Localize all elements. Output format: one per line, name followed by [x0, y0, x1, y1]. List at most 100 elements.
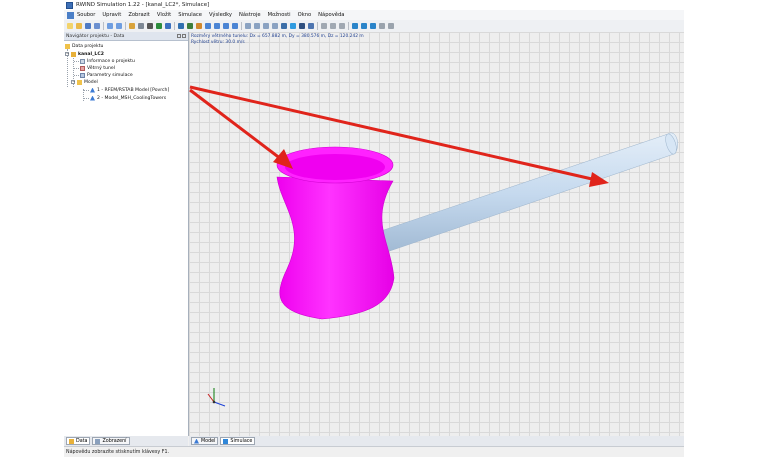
axis-triad: [207, 388, 226, 407]
toggle-pane-icon[interactable]: [361, 23, 367, 29]
tree-line: [74, 68, 79, 69]
project-navigator: Navigátor projektu - Data Data projektu …: [64, 32, 189, 436]
toggle-grid-icon[interactable]: [370, 23, 376, 29]
results-icon[interactable]: [196, 23, 202, 29]
navigator-tabs: Data Zobrazení: [64, 436, 188, 446]
title-bar: RWIND Simulation 1.22 - [kanal_LC2*, Sim…: [64, 0, 684, 10]
tab-model[interactable]: Model: [191, 437, 219, 445]
tree-root-label: Data projektu: [72, 43, 104, 49]
menu-moznosti[interactable]: Možnosti: [268, 12, 291, 18]
model-folder-label: Model: [84, 79, 98, 85]
zoom-all-icon[interactable]: [263, 23, 269, 29]
folder-icon: [65, 43, 70, 49]
view-iso-icon[interactable]: [205, 23, 211, 29]
model-icon: [90, 95, 95, 101]
app-window: RWIND Simulation 1.22 - [kanal_LC2*, Sim…: [64, 0, 684, 457]
tab-label: Data: [76, 438, 88, 444]
toolbar-separator: [348, 22, 349, 30]
document-icon: [80, 58, 85, 64]
tree-model-label: 2 - Model_MSH_CoolingTowers: [97, 95, 167, 101]
view-x-icon[interactable]: [214, 23, 220, 29]
tree-model-1[interactable]: 1 - RFEM/RSTAB Model [Povrch]: [90, 87, 169, 93]
tree-model-label: 1 - RFEM/RSTAB Model [Povrch]: [97, 87, 170, 93]
menu-simulace[interactable]: Simulace: [178, 12, 202, 18]
measure-icon[interactable]: [321, 23, 327, 29]
tree-item-label: Větrný tunel: [87, 65, 116, 71]
tab-data[interactable]: Data: [66, 437, 91, 445]
view-y-icon[interactable]: [223, 23, 229, 29]
menu-zobrazit[interactable]: Zobrazit: [128, 12, 150, 18]
folder-icon: [69, 438, 74, 444]
redo-view-icon[interactable]: [339, 23, 345, 29]
render-icon[interactable]: [281, 23, 287, 29]
add-icon[interactable]: [156, 23, 162, 29]
settings-icon[interactable]: [379, 23, 385, 29]
menu-bar: Soubor Upravit Zobrazit Vložit Simulace …: [64, 10, 684, 20]
menu-okno[interactable]: Okno: [298, 12, 312, 18]
tab-display[interactable]: Zobrazení: [92, 437, 130, 445]
tab-label: Model: [201, 438, 216, 444]
menu-vlozit[interactable]: Vložit: [157, 12, 171, 18]
folder-open-icon: [71, 51, 76, 57]
status-text: Nápovědu zobrazíte stisknutím klávesy F1…: [66, 449, 170, 455]
status-bar: Nápovědu zobrazíte stisknutím klávesy F1…: [64, 446, 684, 457]
tab-simulation[interactable]: Simulace: [220, 437, 256, 445]
view-z-icon[interactable]: [232, 23, 238, 29]
tree-project[interactable]: kanal_LC2: [71, 51, 104, 57]
pin-icon[interactable]: [177, 34, 181, 38]
tree-item-simulation-parameters[interactable]: Parametry simulace: [80, 72, 133, 78]
edit-icon[interactable]: [129, 23, 135, 29]
print-icon[interactable]: [94, 23, 100, 29]
cooling-tower-model[interactable]: [276, 146, 395, 320]
tree-line: [74, 75, 79, 76]
tree-item-wind-tunnel[interactable]: Větrný tunel: [80, 65, 115, 71]
menu-vysledky[interactable]: Výsledky: [209, 12, 232, 18]
open-folder-icon[interactable]: [76, 23, 82, 29]
3d-viewport[interactable]: Rozměry větrného tunelu: Dx = 657.882 m,…: [189, 32, 684, 436]
menu-napoveda[interactable]: Nápověda: [318, 12, 344, 18]
tree-item-info[interactable]: Informace o projektu: [80, 58, 135, 64]
tree-line: [84, 90, 89, 91]
filter-icon[interactable]: [299, 23, 305, 29]
redo-icon[interactable]: [116, 23, 122, 29]
project-name: kanal_LC2: [78, 51, 104, 57]
toolbar-separator: [174, 22, 175, 30]
section-icon[interactable]: [308, 23, 314, 29]
undo-view-icon[interactable]: [330, 23, 336, 29]
model-icon: [90, 87, 95, 93]
undo-icon[interactable]: [107, 23, 113, 29]
menu-upravit[interactable]: Upravit: [102, 12, 121, 18]
wind-tunnel-icon: [80, 65, 85, 71]
mesh-icon[interactable]: [187, 23, 193, 29]
new-file-icon[interactable]: [67, 23, 73, 29]
grid-icon[interactable]: [165, 23, 171, 29]
display-icon[interactable]: [147, 23, 153, 29]
simulation-icon: [223, 438, 229, 444]
tab-label: Zobrazení: [102, 438, 127, 444]
toggle-view-icon[interactable]: [352, 23, 358, 29]
menu-soubor[interactable]: Soubor: [77, 12, 95, 18]
annotation-arrows: [189, 85, 609, 187]
wireframe-icon[interactable]: [290, 23, 296, 29]
tree-model-folder[interactable]: Model: [77, 79, 98, 85]
tree-line: [74, 61, 79, 62]
pipe-model[interactable]: [368, 132, 679, 257]
model-icon[interactable]: [178, 23, 184, 29]
zoom-in-icon[interactable]: [245, 23, 251, 29]
close-icon[interactable]: [182, 34, 186, 38]
document-menu-icon[interactable]: [67, 11, 74, 19]
collapse-icon[interactable]: −: [71, 80, 75, 84]
tree-root[interactable]: Data projektu: [65, 43, 103, 49]
navigator-header: Navigátor projektu - Data: [64, 32, 188, 41]
zoom-out-icon[interactable]: [254, 23, 260, 29]
zoom-icon[interactable]: [138, 23, 144, 29]
help-icon[interactable]: [388, 23, 394, 29]
collapse-icon[interactable]: −: [65, 52, 69, 56]
menu-nastroje[interactable]: Nástroje: [239, 12, 261, 18]
tab-label: Simulace: [230, 438, 253, 444]
tree-model-2[interactable]: 2 - Model_MSH_CoolingTowers: [90, 95, 166, 101]
app-icon: [66, 1, 73, 9]
rotate-icon[interactable]: [272, 23, 278, 29]
view-tabs: Model Simulace: [189, 436, 684, 446]
save-icon[interactable]: [85, 23, 91, 29]
